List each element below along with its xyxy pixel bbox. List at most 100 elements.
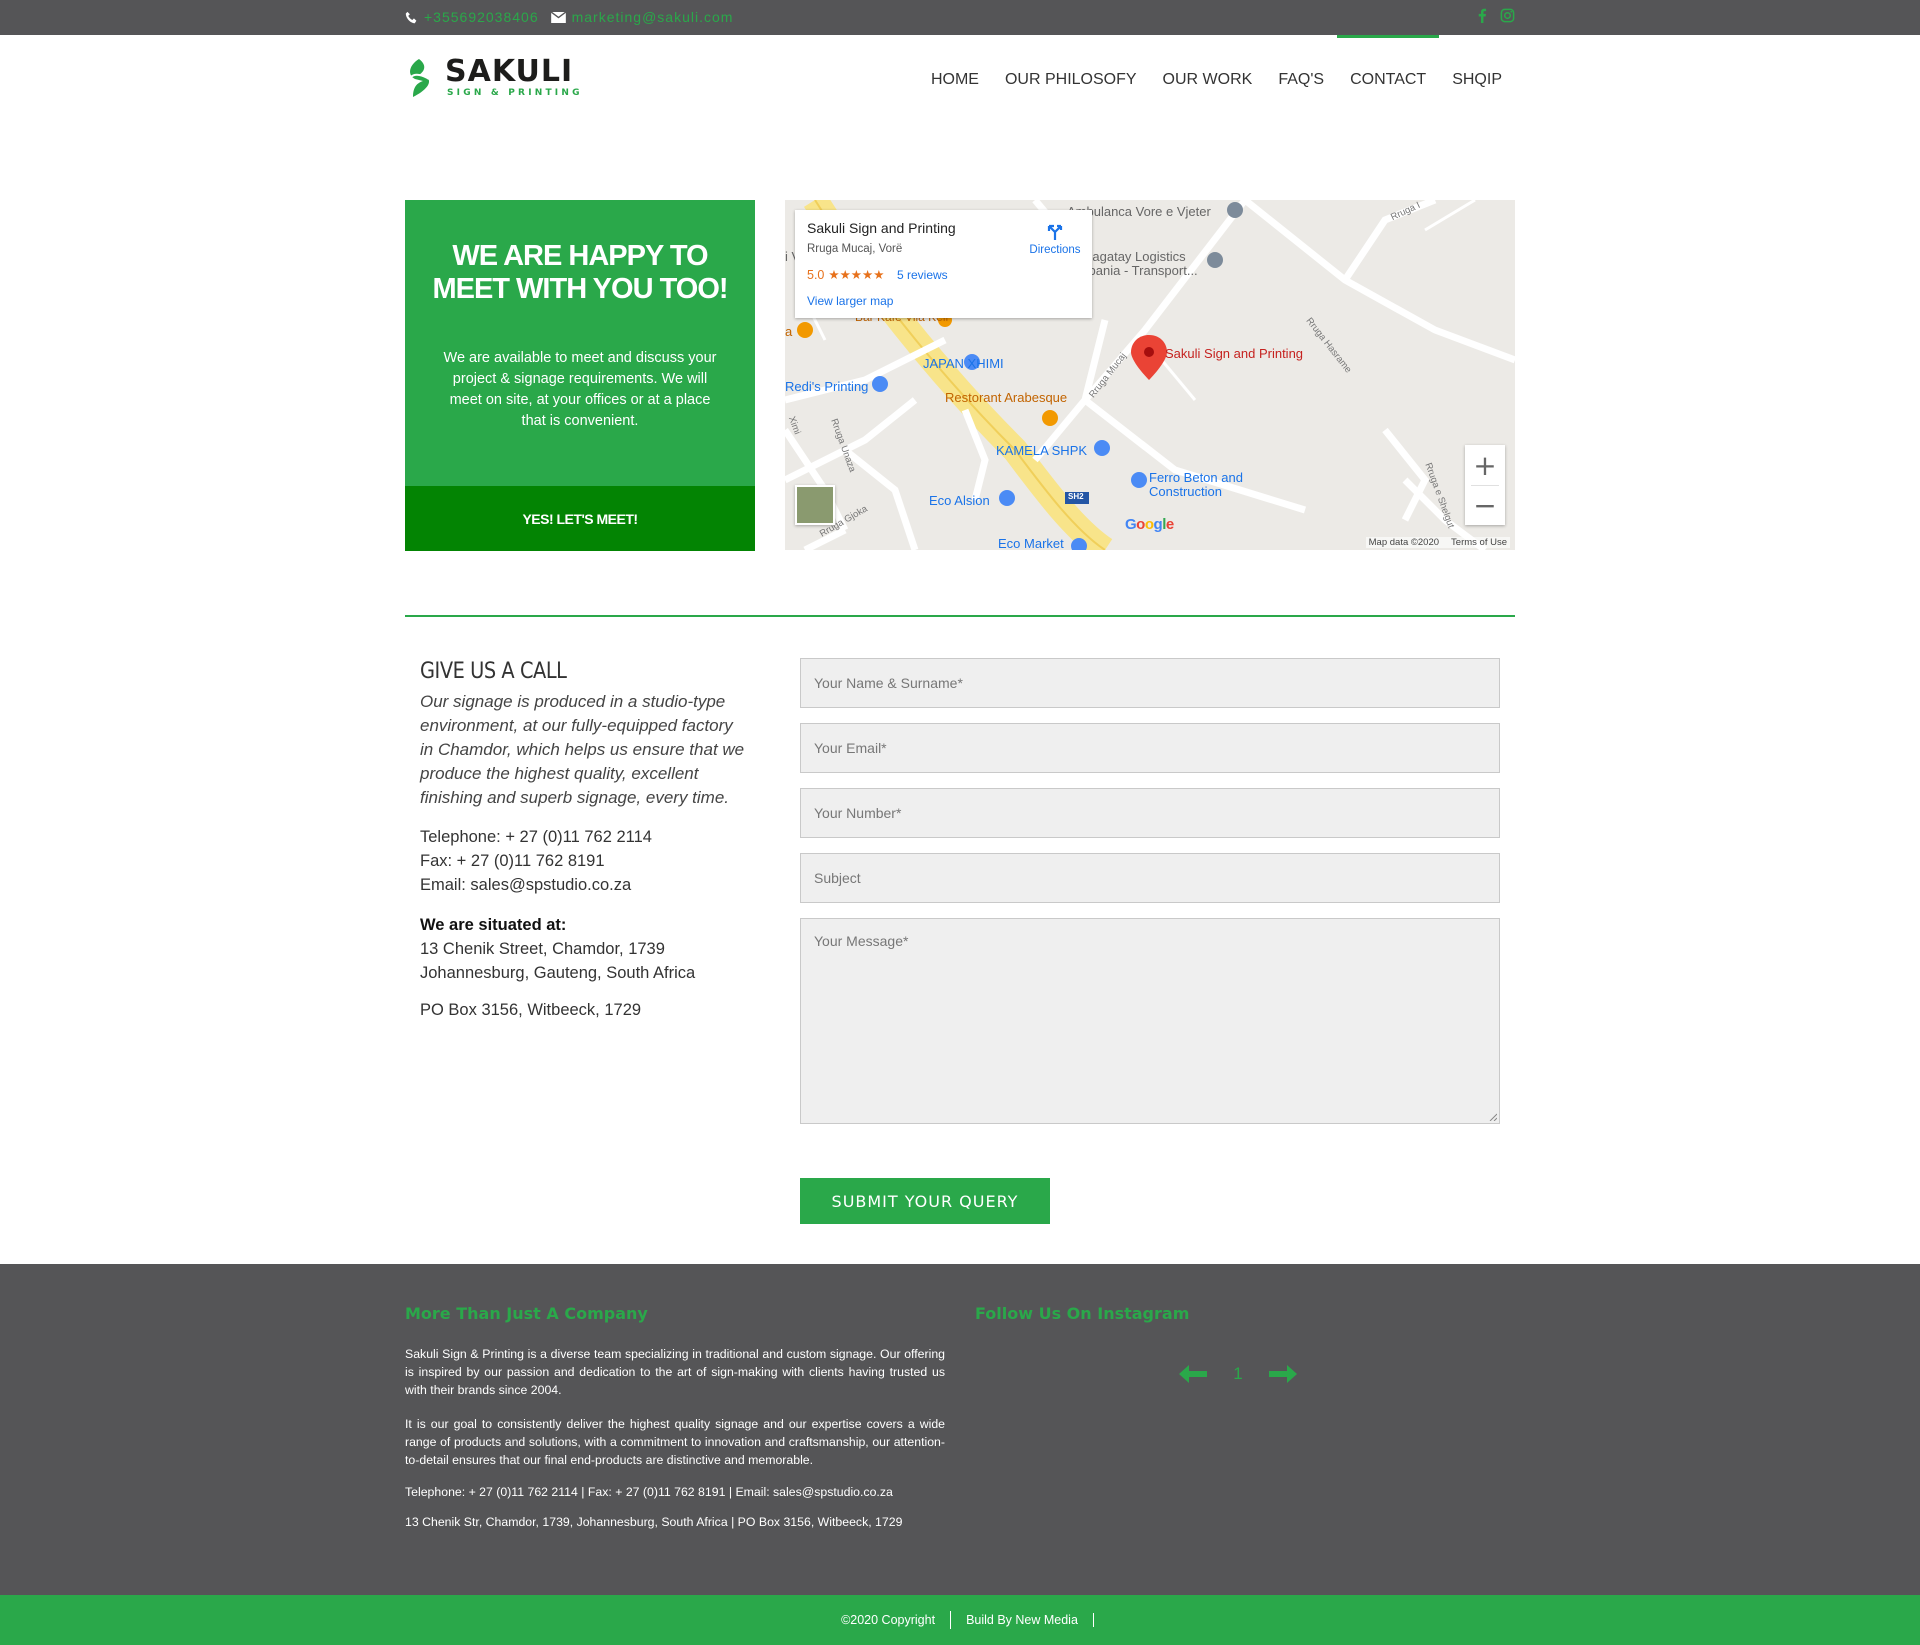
bottom-bar: ©2020 Copyright Build By New Media (0, 1595, 1920, 1645)
map-label-redis-printing: Redi's Printing (785, 379, 869, 394)
subject-input[interactable] (801, 854, 1499, 902)
name-field-box (800, 658, 1500, 708)
map-label-eco-market: Eco Market (998, 536, 1064, 550)
arrow-left-icon[interactable] (1177, 1364, 1209, 1384)
map-attribution: Map data ©2020 Terms of Use (1365, 537, 1510, 548)
footer-about-p2: It is our goal to consistently deliver t… (405, 1417, 945, 1467)
map-label-eco-alsion: Eco Alsion (929, 493, 990, 508)
instagram-page-number: 1 (1233, 1364, 1243, 1383)
footer: More Than Just A Company Sakuli Sign & P… (0, 1264, 1920, 1595)
social-links (1475, 8, 1515, 23)
map-place-address: Rruga Mucaj, Vorë (807, 243, 903, 255)
resize-grip-icon[interactable] (1489, 1113, 1497, 1121)
envelope-icon (550, 11, 566, 23)
number-field-box (800, 788, 1500, 838)
nav-our-work[interactable]: OUR WORK (1150, 35, 1266, 125)
message-textarea[interactable] (801, 919, 1499, 1123)
po-box: PO Box 3156, Witbeeck, 1729 (420, 1001, 642, 1019)
built-by-link[interactable]: Build By New Media (951, 1611, 1094, 1629)
top-contact: +355692038406 marketing@sakuli.com (405, 9, 733, 25)
submit-query-button[interactable]: SUBMIT YOUR QUERY (800, 1178, 1050, 1224)
nav-philosofy[interactable]: OUR PHILOSOFY (992, 35, 1150, 125)
instagram-icon[interactable] (1500, 8, 1515, 23)
map-label-arabesque: Restorant Arabesque (945, 390, 1068, 405)
arrow-right-icon[interactable] (1267, 1364, 1299, 1384)
main-nav: HOME OUR PHILOSOFY OUR WORK FAQ'S CONTAC… (918, 35, 1515, 125)
logo-name: SAKULI (445, 54, 574, 89)
message-field-box (800, 918, 1500, 1124)
logo-mark-icon (410, 59, 430, 97)
top-email-link[interactable]: marketing@sakuli.com (572, 9, 734, 25)
top-bar: +355692038406 marketing@sakuli.com (0, 0, 1920, 35)
built-by-text: Build By New Media (951, 1613, 1094, 1627)
meet-box: WE ARE HAPPY TO MEET WITH YOU TOO! We ar… (405, 200, 755, 551)
map-label-sakuli-pin: Sakuli Sign and Printing (1165, 346, 1304, 361)
map-info-card: Sakuli Sign and Printing Rruga Mucaj, Vo… (795, 210, 1092, 318)
contact-fax: Fax: + 27 (0)11 762 8191 (420, 852, 605, 870)
situated-label: We are situated at: (420, 916, 567, 934)
nav-shqip[interactable]: SHQIP (1439, 35, 1515, 125)
phone-icon (405, 11, 417, 23)
map-label-ferro-2: Construction (1149, 484, 1222, 499)
map-label-sh2: SH2 (1068, 492, 1084, 501)
section-divider (405, 615, 1515, 617)
email-input[interactable] (801, 724, 1499, 772)
nav-faqs[interactable]: FAQ'S (1265, 35, 1337, 125)
map-place-name: Sakuli Sign and Printing (807, 220, 956, 236)
lets-meet-button[interactable]: YES! LET'S MEET! (405, 486, 755, 551)
map-reviews-link[interactable]: 5 reviews (897, 268, 948, 282)
map-data-text: Map data ©2020 (1368, 537, 1440, 548)
contact-info: GIVE US A CALL Our signage is produced i… (420, 655, 750, 1020)
footer-instagram-title: Follow Us On Instagram (975, 1304, 1190, 1323)
satellite-toggle[interactable] (795, 485, 835, 525)
footer-about: More Than Just A Company Sakuli Sign & P… (405, 1304, 945, 1529)
directions-button[interactable]: Directions (1025, 222, 1085, 256)
address-line-1: 13 Chenik Street, Chamdor, 1739 (420, 940, 665, 958)
email-field-box (800, 723, 1500, 773)
google-logo: Google (1125, 516, 1174, 533)
subject-field-box (800, 853, 1500, 903)
view-larger-map-link[interactable]: View larger map (807, 294, 893, 308)
number-input[interactable] (801, 789, 1499, 837)
contact-lines: Telephone: + 27 (0)11 762 2114 Fax: + 27… (420, 825, 750, 897)
map-label-japan-xhimi: JAPAN XHIMI (923, 356, 1004, 371)
address-line-2: Johannesburg, Gauteng, South Africa (420, 964, 696, 982)
map-label-logistics: Cagatay Logistics (1083, 249, 1186, 264)
contact-title: GIVE US A CALL (420, 659, 567, 684)
contact-intro: Our signage is produced in a studio-type… (420, 692, 745, 807)
footer-address-line: 13 Chenik Str, Chamdor, 1739, Johannesbu… (405, 1515, 903, 1529)
footer-about-p1: Sakuli Sign & Printing is a diverse team… (405, 1347, 945, 1397)
name-input[interactable] (801, 659, 1499, 707)
map-label-a: a (785, 324, 793, 339)
top-phone-link[interactable]: +355692038406 (424, 9, 539, 25)
zoom-out-button[interactable]: − (1465, 485, 1505, 525)
directions-label: Directions (1029, 244, 1081, 256)
google-map[interactable]: Ambulanca Vore e Vjeter Cagatay Logistic… (785, 200, 1515, 550)
map-zoom-controls: + − (1465, 445, 1505, 525)
map-rating-value: 5.0 (807, 268, 825, 282)
zoom-in-button[interactable]: + (1465, 445, 1505, 485)
map-label-ferro: Ferro Beton and (1149, 470, 1243, 485)
footer-contact-line: Telephone: + 27 (0)11 762 2114 | Fax: + … (405, 1485, 893, 1499)
footer-instagram: Follow Us On Instagram 1 (975, 1304, 1515, 1383)
site-header: SAKULI SIGN & PRINTING HOME OUR PHILOSOF… (0, 35, 1920, 125)
copyright-text: ©2020 Copyright (826, 1611, 952, 1629)
directions-icon (1047, 224, 1063, 240)
contact-email: Email: sales@spstudio.co.za (420, 876, 632, 894)
logo-tagline: SIGN & PRINTING (447, 88, 583, 98)
meet-text: We are available to meet and discuss you… (443, 350, 717, 429)
facebook-icon[interactable] (1475, 8, 1490, 23)
logo[interactable]: SAKULI SIGN & PRINTING (405, 55, 585, 101)
map-label-logistics-2: Albania - Transport... (1077, 263, 1198, 278)
contact-telephone: Telephone: + 27 (0)11 762 2114 (420, 828, 652, 846)
nav-home[interactable]: HOME (918, 35, 992, 125)
map-label-kamela: KAMELA SHPK (996, 443, 1088, 458)
terms-of-use-link[interactable]: Terms of Use (1451, 537, 1507, 548)
nav-contact[interactable]: CONTACT (1337, 35, 1440, 125)
footer-about-title: More Than Just A Company (405, 1304, 648, 1323)
instagram-pager: 1 (1177, 1364, 1299, 1384)
contact-address: We are situated at: 13 Chenik Street, Ch… (420, 913, 750, 985)
map-rating-stars: ★★★★★ (828, 268, 885, 282)
map-rating: 5.0 ★★★★★ (807, 267, 884, 282)
meet-title: WE ARE HAPPY TO MEET WITH YOU TOO! (432, 240, 728, 305)
